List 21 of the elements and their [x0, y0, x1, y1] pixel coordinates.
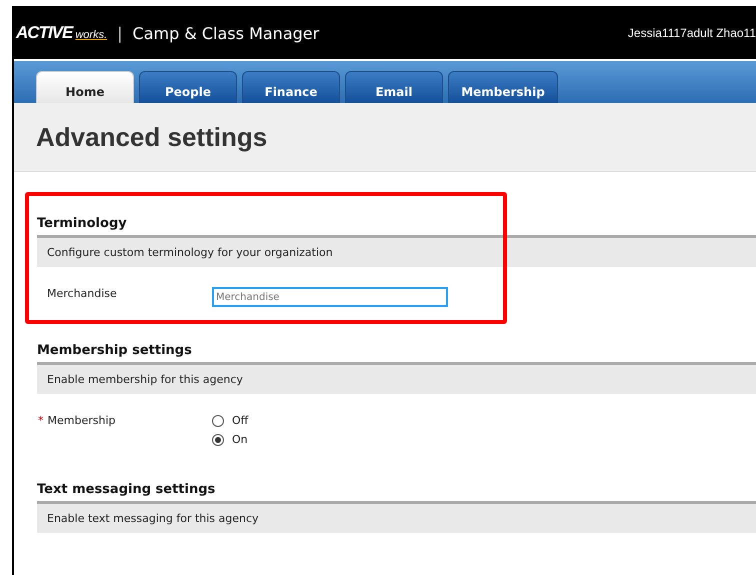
- separator-text: |: [117, 24, 123, 42]
- section-description: Configure custom terminology for your organization: [37, 238, 756, 267]
- radio-button[interactable]: [212, 414, 224, 426]
- nav-tab[interactable]: Finance: [242, 71, 340, 103]
- user-name[interactable]: Jessia1117adult Zhao11: [628, 26, 756, 40]
- section-description: Enable membership for this agency: [37, 365, 756, 394]
- nav-tab[interactable]: Email: [345, 71, 443, 103]
- required-mark: *: [38, 414, 44, 427]
- text-field[interactable]: Merchandise: [212, 287, 448, 307]
- nav-tab[interactable]: Home: [36, 71, 134, 103]
- nav-tab[interactable]: Membership: [448, 71, 558, 103]
- page-title: Advanced settings: [36, 122, 268, 152]
- field-label: Membership: [48, 414, 116, 427]
- nav-tab[interactable]: People: [139, 71, 237, 103]
- radio-label: Off: [232, 414, 248, 427]
- field-label: Merchandise: [47, 287, 117, 300]
- section-description: Enable text messaging for this agency: [37, 504, 756, 533]
- radio-label: On: [232, 433, 248, 446]
- logo: ACTIVE works.: [16, 23, 108, 43]
- radio-button[interactable]: [212, 434, 224, 446]
- app-title: Camp & Class Manager: [132, 24, 320, 42]
